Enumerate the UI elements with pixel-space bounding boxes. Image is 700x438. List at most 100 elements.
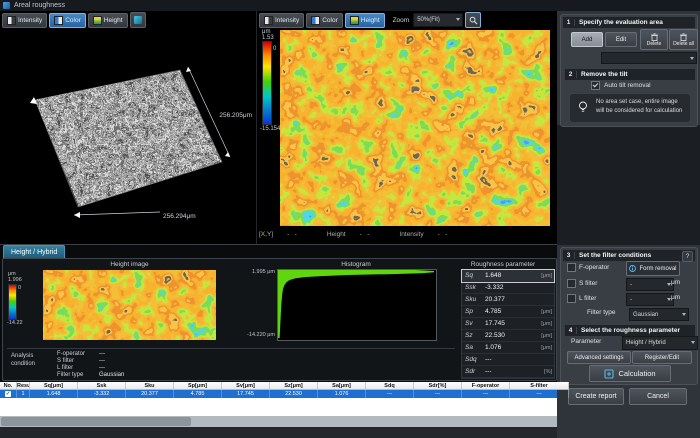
chevron-down-icon: [691, 341, 695, 344]
app-icon: [3, 2, 10, 9]
filter-type-select[interactable]: Gaussian: [629, 308, 689, 321]
row-status-cell: ✓: [0, 390, 17, 398]
roughness-param-row[interactable]: Sdr---[%]: [462, 366, 554, 378]
roughness-rp-unit: [%]: [544, 369, 554, 375]
roughness-param-row[interactable]: Sku20.377: [462, 294, 554, 306]
roughness-rp-val: -3.332: [485, 284, 552, 291]
form-removal-button[interactable]: Form removal: [626, 261, 680, 276]
condition-key: F-operator: [57, 351, 99, 357]
f-operator-label: F-operator: [579, 264, 609, 271]
condition-key: S filter: [57, 358, 99, 364]
table-header-cell[interactable]: Sp[μm]: [174, 382, 222, 390]
roughness-rp-val: 22.530: [485, 332, 541, 339]
dim-right-label: 256.205μm: [219, 112, 252, 119]
roughness-rp-unit: [μm]: [541, 333, 554, 339]
height-color-map[interactable]: [280, 30, 550, 226]
results-box: Height image μm 1.996 0 -14.22 Histogram…: [2, 258, 557, 381]
table-header-cell[interactable]: Sa[μm]: [318, 382, 366, 390]
add-button[interactable]: Add: [571, 32, 603, 47]
table-cell: ---: [366, 390, 414, 398]
table-header-cell[interactable]: Sv[μm]: [222, 382, 270, 390]
xy-value: - -: [287, 231, 297, 238]
scale-max: 1.996: [8, 277, 22, 283]
colorbar-min: -15.154: [260, 126, 280, 132]
table-header-cell[interactable]: Result: [17, 382, 30, 390]
roughness-rp-val: 4.785: [485, 308, 541, 315]
s-filter-select[interactable]: -: [626, 278, 674, 291]
color-button-2d[interactable]: Color: [306, 13, 343, 28]
zoom-select[interactable]: 50%(Fit): [413, 13, 463, 27]
table-header-cell[interactable]: Sku: [126, 382, 174, 390]
zoom-label: Zoom: [393, 17, 410, 24]
height-button-2d[interactable]: Height: [345, 13, 385, 28]
table-header-cell[interactable]: Ssk: [78, 382, 126, 390]
roughness-param-row[interactable]: Sv17.745[μm]: [462, 318, 554, 330]
horizontal-scrollbar[interactable]: [0, 416, 557, 427]
delete-all-button[interactable]: Delete all: [669, 29, 698, 50]
table-row[interactable]: ✓11.648-3.33220.3774.78517.74522.5301.07…: [0, 390, 557, 398]
delete-button[interactable]: Delete: [640, 29, 668, 50]
hint-box: No area set case, entire image will be c…: [569, 93, 691, 123]
results-panel: Height / Hybrid Height image μm 1.996 0 …: [2, 245, 557, 382]
area-select[interactable]: [601, 52, 697, 64]
table-header-cell[interactable]: Sz[μm]: [270, 382, 318, 390]
trash-all-icon: [680, 33, 687, 41]
roughness-param-row[interactable]: Ssk-3.332: [462, 282, 554, 294]
condition-key: Filter type: [57, 372, 99, 378]
magnifier-button[interactable]: [465, 12, 481, 28]
table-header-cell[interactable]: S-filter: [510, 382, 569, 390]
edit-button[interactable]: Edit: [605, 32, 637, 47]
table-header-cell[interactable]: Sdq: [366, 382, 414, 390]
table-cell: 17.745: [222, 390, 270, 398]
colorbar-zero: 0: [273, 46, 276, 52]
table-empty-area: [0, 398, 557, 416]
auto-tilt-checkbox[interactable]: [591, 81, 600, 90]
section1-header: 1 Specify the evaluation area: [563, 17, 695, 28]
chevron-down-icon: [682, 313, 686, 316]
roughness-param-row[interactable]: Sa1.076[μm]: [462, 342, 554, 354]
table-header-cell[interactable]: F-operator: [462, 382, 510, 390]
table-cell: 1: [17, 390, 30, 398]
table-header-cell[interactable]: Sdr[%]: [414, 382, 462, 390]
s-filter-checkbox[interactable]: [567, 279, 576, 288]
l-filter-select[interactable]: -: [626, 293, 674, 306]
analysis-condition-row: S filter---: [57, 357, 124, 364]
scrollbar-thumb[interactable]: [1, 417, 191, 426]
control-panel: 1 Specify the evaluation area Add Edit D…: [557, 11, 700, 438]
intensity-button-2d[interactable]: Intensity: [259, 13, 304, 28]
advanced-settings-button[interactable]: Advanced settings: [567, 351, 631, 364]
roughness-rp-unit: [μm]: [541, 309, 554, 315]
dimension-overlay: [0, 11, 256, 244]
l-filter-checkbox[interactable]: [567, 294, 576, 303]
tab-height-hybrid[interactable]: Height / Hybrid: [3, 245, 65, 259]
viewer2d-toolbar: Intensity Color Height Zoom 50%(Fit): [259, 12, 481, 28]
roughness-param-row[interactable]: Sz22.530[μm]: [462, 330, 554, 342]
chevron-down-icon: [690, 57, 694, 60]
roughness-rp-unit: [μm]: [541, 345, 554, 351]
height-image: [43, 270, 216, 340]
roughness-param-row[interactable]: Sq1.648[μm]: [462, 270, 554, 282]
cancel-button[interactable]: Cancel: [629, 388, 687, 405]
auto-tilt-label: Auto tilt removal: [604, 82, 651, 89]
table-header-cell[interactable]: Sq[μm]: [30, 382, 78, 390]
info-icon: [629, 265, 636, 272]
table-cell: 1.648: [30, 390, 78, 398]
roughness-rp-val: ---: [485, 368, 544, 375]
table-cell: 20.377: [126, 390, 174, 398]
color-icon: [311, 16, 320, 25]
register-edit-button[interactable]: Register/Edit: [632, 351, 692, 364]
calculation-button[interactable]: Calculation: [589, 365, 671, 382]
parameter-select[interactable]: Height / Hybrid: [622, 336, 698, 350]
table-cell: -3.332: [78, 390, 126, 398]
help-button[interactable]: ?: [682, 251, 693, 262]
roughness-param-row[interactable]: Sdq---: [462, 354, 554, 366]
group-filter-parameter: 3 Set the filter conditions ? F-operator…: [560, 247, 698, 385]
roughness-rp-name: Ssk: [462, 284, 485, 291]
window-title: Areal roughness: [14, 0, 65, 11]
roughness-rp-val: 1.648: [485, 272, 541, 279]
condition-value: Gaussian: [99, 372, 124, 378]
magnifier-icon: [469, 16, 478, 25]
table-header-cell[interactable]: No.: [0, 382, 17, 390]
roughness-param-row[interactable]: Sp4.785[μm]: [462, 306, 554, 318]
create-report-button[interactable]: Create report: [568, 388, 624, 405]
